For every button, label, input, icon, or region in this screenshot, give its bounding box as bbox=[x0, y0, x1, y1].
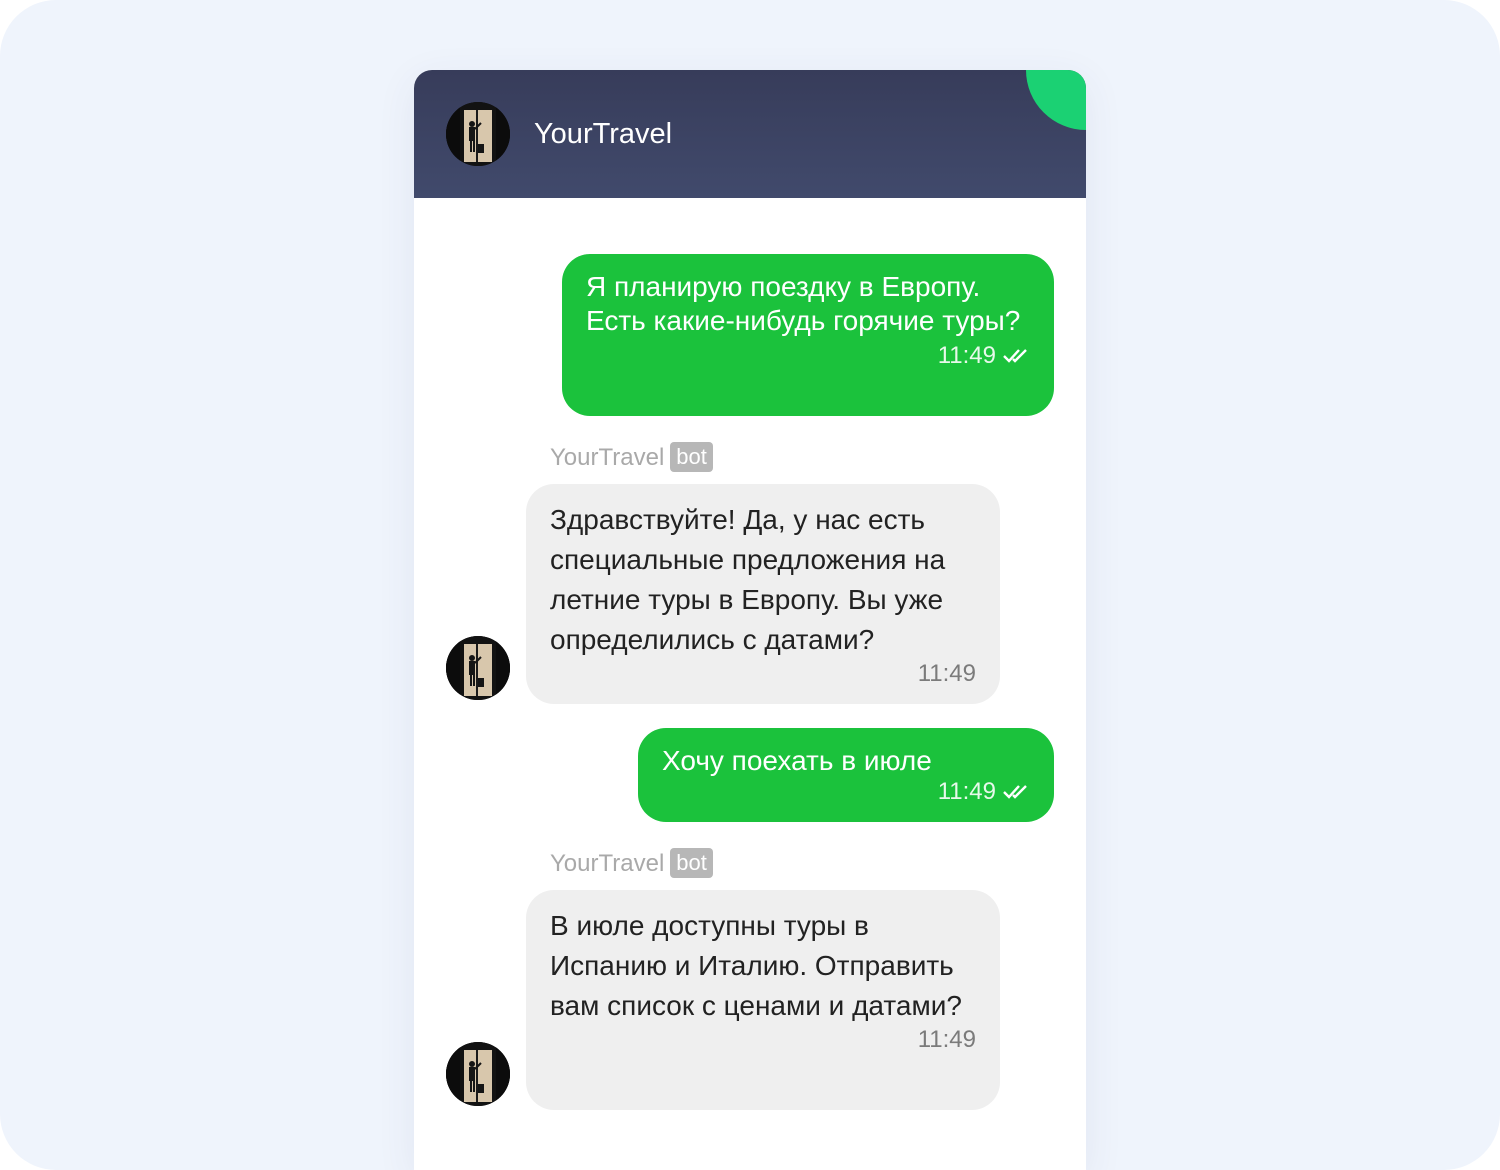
message-time: 11:49 bbox=[917, 1026, 976, 1053]
bot-badge: bot bbox=[670, 848, 713, 878]
bot-badge: bot bbox=[670, 442, 713, 472]
message-time: 11:49 bbox=[917, 660, 976, 687]
sender-label: YourTravel bot bbox=[550, 848, 713, 880]
message-time: 11:49 bbox=[937, 778, 996, 805]
traveler-photo-icon[interactable] bbox=[446, 636, 510, 700]
chat-title: YourTravel bbox=[534, 118, 673, 150]
chat-window: YourTravel Я планирую поездку в Европу. … bbox=[414, 70, 1086, 1170]
message-text: В июле доступны туры в Испанию и Италию.… bbox=[550, 910, 962, 1021]
traveler-photo-icon[interactable] bbox=[446, 1042, 510, 1106]
page-background: YourTravel Я планирую поездку в Европу. … bbox=[0, 0, 1500, 1170]
message-text: Хочу поехать в июле bbox=[662, 745, 932, 776]
corner-accent bbox=[1026, 70, 1086, 130]
sender-label: YourTravel bot bbox=[550, 442, 713, 474]
incoming-message[interactable]: Здравствуйте! Да, у нас есть специальные… bbox=[526, 484, 1000, 704]
double-check-icon bbox=[1002, 779, 1030, 807]
incoming-message[interactable]: В июле доступны туры в Испанию и Италию.… bbox=[526, 890, 1000, 1110]
outgoing-message[interactable]: Я планирую поездку в Европу. Есть какие-… bbox=[562, 254, 1054, 416]
double-check-icon bbox=[1002, 343, 1030, 371]
sender-name: YourTravel bbox=[550, 444, 665, 471]
chat-header: YourTravel bbox=[414, 70, 1086, 198]
traveler-photo-icon[interactable] bbox=[446, 102, 510, 166]
message-meta: 11:49 bbox=[662, 778, 1030, 807]
sender-name: YourTravel bbox=[550, 850, 665, 877]
outgoing-message[interactable]: Хочу поехать в июле 11:49 bbox=[638, 728, 1054, 822]
message-text: Здравствуйте! Да, у нас есть специальные… bbox=[550, 504, 946, 655]
message-time: 11:49 bbox=[937, 342, 996, 369]
message-text: Я планирую поездку в Европу. Есть какие-… bbox=[586, 271, 1021, 336]
message-meta: 11:49 bbox=[586, 342, 1030, 371]
